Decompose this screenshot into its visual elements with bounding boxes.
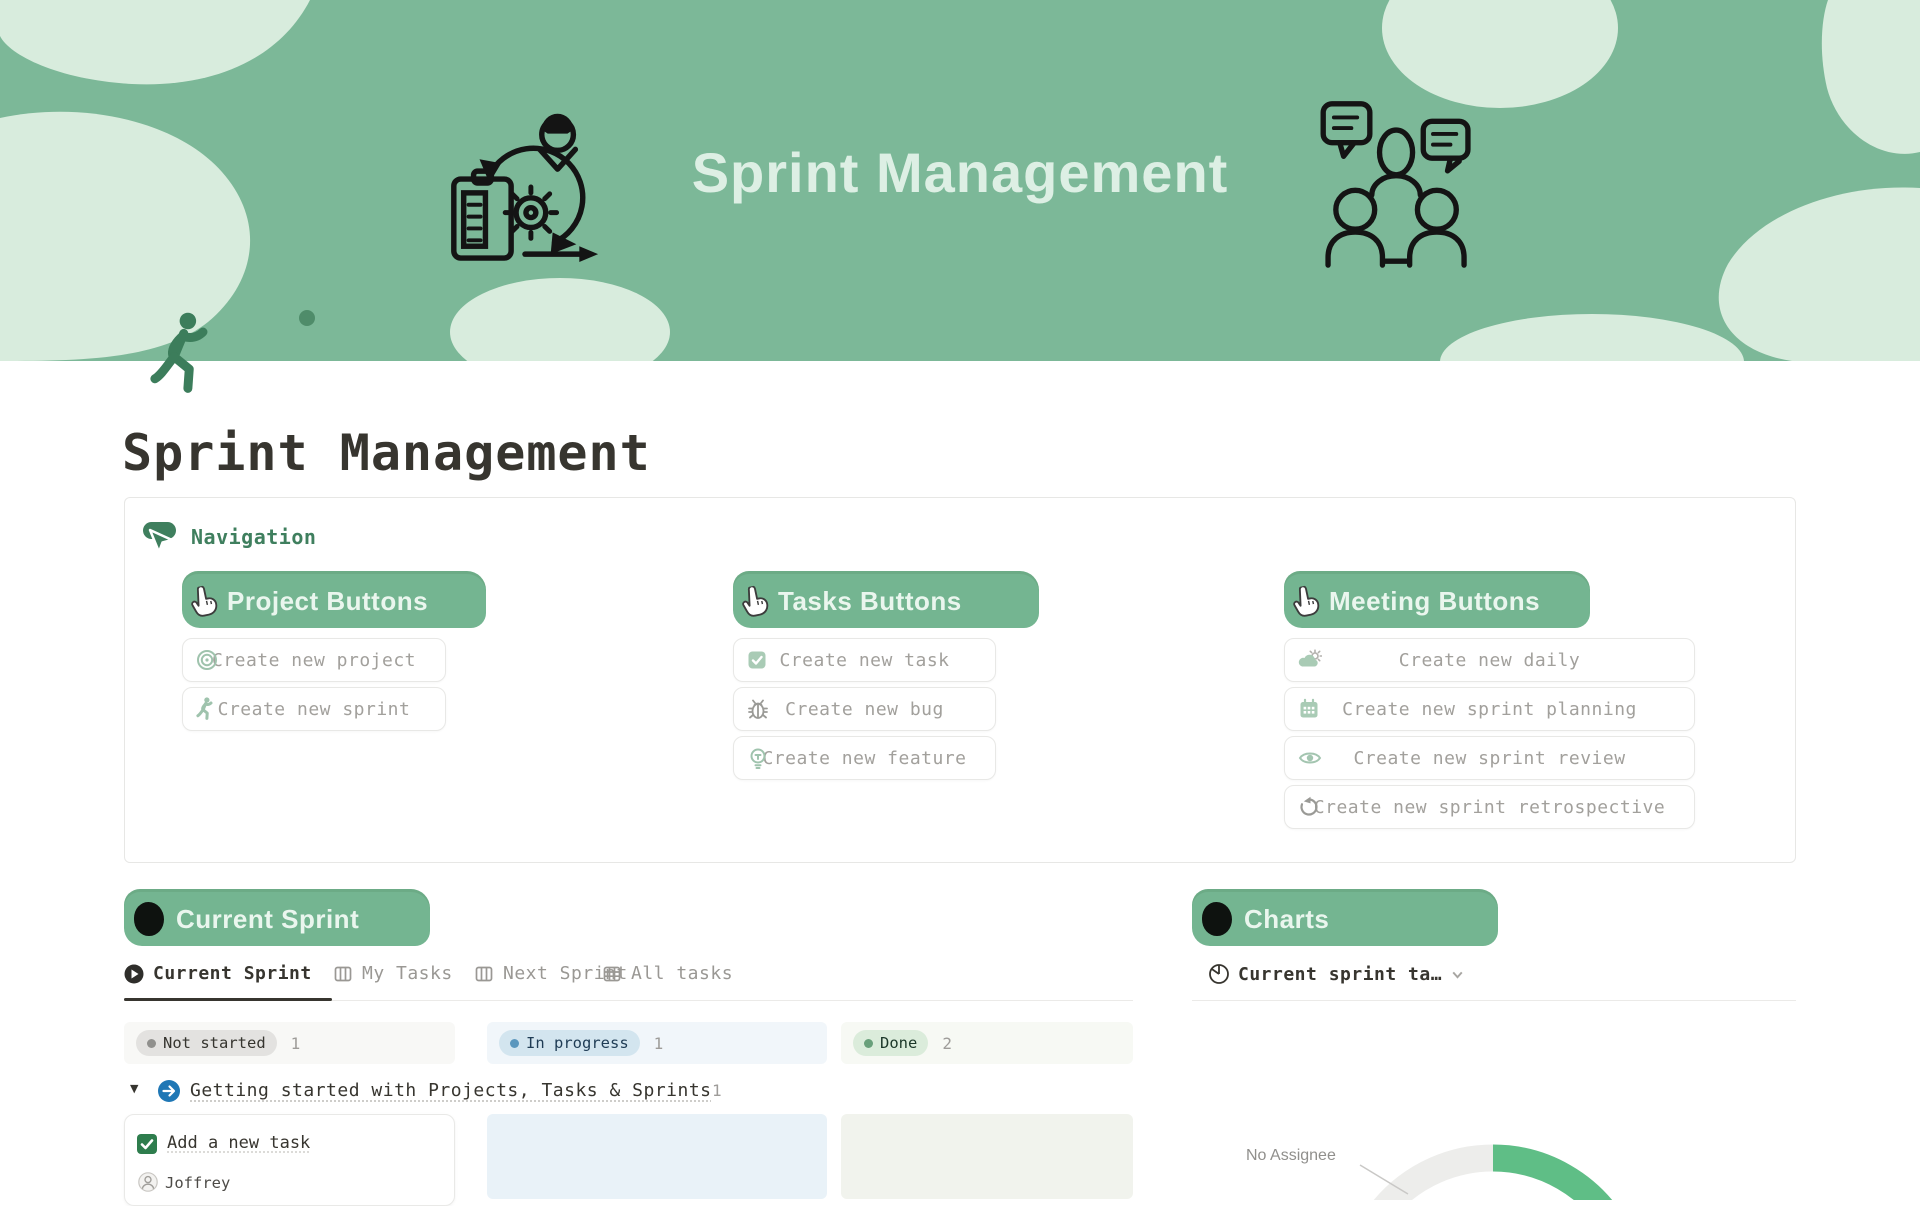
in-progress-column-area[interactable] xyxy=(487,1114,827,1199)
task-card[interactable]: Add a new task Joffrey xyxy=(124,1114,455,1206)
navigation-header: Navigation xyxy=(141,520,316,554)
active-tab-underline xyxy=(124,998,332,1001)
banner-title: Sprint Management xyxy=(560,140,1360,205)
group-collapse-caret[interactable]: ▼ xyxy=(130,1082,138,1095)
meeting-buttons-header[interactable]: Meeting Buttons xyxy=(1284,574,1590,628)
project-buttons-header[interactable]: Project Buttons xyxy=(182,574,486,628)
done-column-area[interactable] xyxy=(841,1114,1133,1199)
charts-divider xyxy=(1192,1000,1796,1001)
pie-chart-icon xyxy=(1208,963,1230,985)
create-new-sprint-button[interactable]: Create new sprint xyxy=(182,687,446,731)
hand-cursor-icon xyxy=(1289,583,1322,619)
current-sprint-header[interactable]: Current Sprint xyxy=(124,892,430,946)
page-cover[interactable]: Sprint Management xyxy=(0,0,1920,361)
tab-all-tasks[interactable]: All tasks xyxy=(602,963,733,984)
undo-icon xyxy=(1298,796,1320,818)
navigation-card: Navigation Project Buttons Tasks Buttons… xyxy=(124,497,1796,863)
play-circle-icon xyxy=(124,964,144,984)
status-badge[interactable]: Done xyxy=(853,1030,928,1056)
tasks-buttons-header[interactable]: Tasks Buttons xyxy=(733,574,1039,628)
avatar-icon xyxy=(138,1172,158,1192)
sprint-group-count: 1 xyxy=(712,1081,722,1100)
table-icon xyxy=(602,964,622,984)
status-dot xyxy=(864,1039,873,1048)
assignee-donut-chart xyxy=(1192,1019,1796,1200)
chevron-down-icon xyxy=(1450,967,1465,982)
chart-view-selector[interactable]: Current sprint ta… xyxy=(1208,963,1465,985)
create-new-daily-button[interactable]: Create new daily xyxy=(1284,638,1695,682)
eye-icon xyxy=(1298,749,1322,767)
meeting-icon xyxy=(1318,98,1478,268)
column-count: 1 xyxy=(654,1034,664,1053)
page-icon[interactable] xyxy=(150,310,212,398)
runner-icon xyxy=(150,310,212,398)
create-new-project-button[interactable]: Create new project xyxy=(182,638,446,682)
lightbulb-icon xyxy=(747,747,769,769)
task-title[interactable]: Add a new task xyxy=(167,1133,310,1153)
column-count: 1 xyxy=(291,1034,301,1053)
runner-icon xyxy=(196,697,214,721)
donut-segment-label: No Assignee xyxy=(1246,1147,1336,1165)
hand-cursor-icon xyxy=(738,583,771,619)
task-assignee: Joffrey xyxy=(165,1174,230,1192)
sprint-arrow-icon xyxy=(158,1080,180,1102)
sprint-management-page: Sprint Management xyxy=(0,0,1920,1199)
black-blob-icon xyxy=(134,902,164,936)
column-header-done[interactable]: Done 2 xyxy=(841,1022,1133,1064)
board-icon xyxy=(333,964,353,984)
navigation-label: Navigation xyxy=(191,525,316,549)
tab-current-sprint[interactable]: Current Sprint xyxy=(124,963,312,984)
target-icon xyxy=(196,649,218,671)
status-dot xyxy=(510,1039,519,1048)
column-count: 2 xyxy=(942,1034,952,1053)
black-blob-icon xyxy=(1202,902,1232,936)
page-title: Sprint Management xyxy=(122,424,651,482)
board-icon xyxy=(474,964,494,984)
create-new-sprint-planning-button[interactable]: Create new sprint planning xyxy=(1284,687,1695,731)
tab-my-tasks[interactable]: My Tasks xyxy=(333,963,453,984)
status-dot xyxy=(147,1039,156,1048)
bug-icon xyxy=(747,698,769,720)
status-badge[interactable]: In progress xyxy=(499,1030,640,1056)
create-new-bug-button[interactable]: Create new bug xyxy=(733,687,996,731)
calendar-icon xyxy=(1298,698,1320,720)
click-cursor-icon xyxy=(141,520,179,554)
create-new-task-button[interactable]: Create new task xyxy=(733,638,996,682)
column-header-not-started[interactable]: Not started 1 xyxy=(124,1022,455,1064)
column-header-in-progress[interactable]: In progress 1 xyxy=(487,1022,827,1064)
create-new-sprint-review-button[interactable]: Create new sprint review xyxy=(1284,736,1695,780)
checked-checkbox-icon[interactable] xyxy=(137,1134,157,1154)
create-new-sprint-retrospective-button[interactable]: Create new sprint retrospective xyxy=(1284,785,1695,829)
sun-cloud-icon xyxy=(1298,649,1322,671)
sprint-group-title[interactable]: Getting started with Projects, Tasks & S… xyxy=(190,1080,712,1101)
checkbox-icon xyxy=(747,650,767,670)
charts-header[interactable]: Charts xyxy=(1192,892,1498,946)
create-new-feature-button[interactable]: Create new feature xyxy=(733,736,996,780)
status-badge[interactable]: Not started xyxy=(136,1030,277,1056)
hand-cursor-icon xyxy=(187,583,220,619)
